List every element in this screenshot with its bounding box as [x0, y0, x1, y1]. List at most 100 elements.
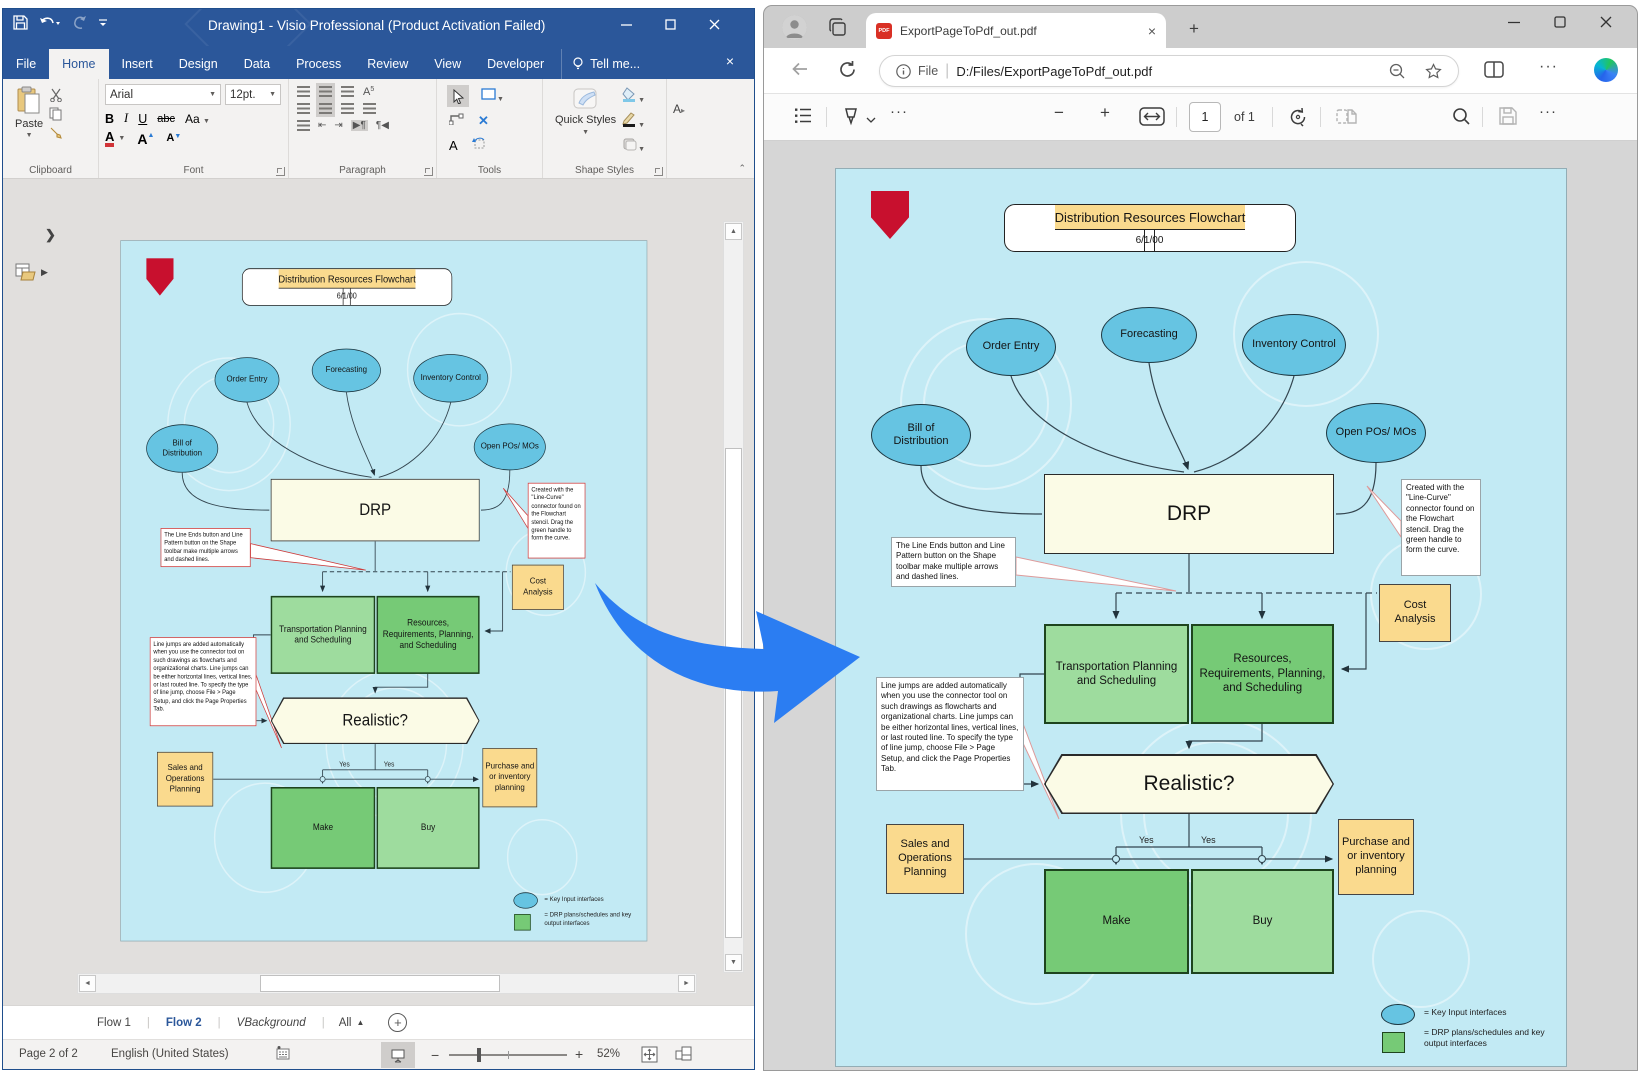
align-left-icon[interactable] [297, 103, 310, 114]
page-tab-vbackground[interactable]: VBackground [221, 1017, 322, 1029]
page-indicator[interactable]: Page 2 of 2 [19, 1048, 78, 1060]
align-bottom-icon[interactable] [341, 86, 354, 97]
browser-tab[interactable]: PDF ExportPageToPdf_out.pdf × [866, 13, 1166, 48]
draw-pen-icon[interactable] [842, 107, 860, 131]
language-indicator[interactable]: English (United States) [111, 1048, 229, 1060]
flowchart-title-banner[interactable]: Distribution Resources Flowchart6/1/00 [242, 268, 452, 305]
callout-line-jumps[interactable]: Line jumps are added automatically when … [150, 637, 257, 726]
callout-line-ends[interactable]: The Line Ends button and Line Pattern bu… [161, 528, 251, 567]
rotate-icon[interactable] [1288, 107, 1308, 132]
tab-close-icon[interactable]: × [1148, 23, 1156, 39]
flowchart-title[interactable]: Distribution Resources Flowchart [278, 269, 415, 289]
shape-purchase[interactable]: Purchase and or inventory planning [482, 748, 537, 807]
shape-open-pos-mos[interactable]: Open POs/ MOs [474, 424, 546, 471]
align-top-icon[interactable] [297, 86, 310, 97]
paste-button[interactable]: Paste ▼ [9, 84, 49, 141]
shape-order-entry[interactable]: Order Entry [215, 357, 280, 402]
pdf-more-tools-icon[interactable]: ··· [890, 103, 908, 120]
pdf-search-icon[interactable] [1452, 107, 1471, 131]
fit-to-width-icon[interactable] [1139, 107, 1165, 131]
text-tool-icon[interactable]: A [449, 138, 458, 153]
zoom-page-icon[interactable] [1389, 56, 1406, 86]
justify-icon[interactable] [363, 103, 376, 114]
underline-button[interactable]: U [138, 112, 147, 126]
settings-more-icon[interactable]: ··· [1539, 58, 1558, 76]
page-view-icon[interactable] [1336, 107, 1358, 131]
shape-bill-of-distribution[interactable]: Bill of Distribution [146, 424, 218, 472]
undo-button[interactable] [39, 16, 61, 30]
menu-tab-developer[interactable]: Developer [474, 49, 557, 79]
font-dialog-launcher-icon[interactable] [276, 167, 285, 176]
cut-icon[interactable] [49, 88, 63, 102]
grow-font-button[interactable]: A▲ [137, 132, 154, 146]
collapse-ribbon-icon[interactable]: ⌃ [738, 163, 746, 174]
edge-maximize-icon[interactable] [1537, 6, 1583, 38]
draw-pen-chevron-icon[interactable] [866, 111, 876, 129]
scroll-up-icon[interactable]: ▲ [725, 223, 742, 240]
edge-minimize-icon[interactable] [1491, 6, 1537, 38]
menu-tab-data[interactable]: Data [231, 49, 283, 79]
flowchart-date[interactable]: 6/1/00 [343, 289, 351, 305]
menu-tab-review[interactable]: Review [354, 49, 421, 79]
split-screen-icon[interactable] [1484, 61, 1504, 83]
presentation-mode-icon[interactable] [381, 1042, 415, 1068]
font-size-select[interactable]: 12pt.▼ [225, 84, 281, 105]
pdf-zoom-out-icon[interactable]: − [1054, 103, 1064, 123]
shape-transportation[interactable]: Transportation Planning and Scheduling [271, 596, 375, 674]
menu-tab-view[interactable]: View [421, 49, 474, 79]
format-painter-icon[interactable] [49, 126, 63, 140]
profile-avatar[interactable] [782, 15, 807, 40]
page-tab-flow-2[interactable]: Flow 2 [150, 1017, 218, 1029]
align-center-icon[interactable] [319, 103, 332, 114]
italic-button[interactable]: I [124, 111, 128, 126]
shape-make[interactable]: Make [271, 787, 375, 869]
strikethrough-button[interactable]: abc [157, 113, 175, 125]
connector-tool-icon[interactable] [449, 112, 464, 130]
page-tab-all[interactable]: All▲ [325, 1017, 379, 1029]
minimize-icon[interactable] [604, 9, 648, 39]
tab-tell-me[interactable]: Tell me... [561, 49, 650, 79]
scroll-right-icon[interactable]: ► [678, 975, 695, 992]
align-middle-icon[interactable] [319, 86, 332, 97]
bullets-icon[interactable] [297, 120, 310, 131]
address-bar[interactable]: File | D:/Files/ExportPageToPdf_out.pdf [879, 55, 1459, 87]
refresh-icon[interactable] [838, 60, 857, 84]
zoom-level[interactable]: 52% [597, 1048, 620, 1060]
scroll-left-icon[interactable]: ◄ [79, 975, 96, 992]
horizontal-scrollbar[interactable]: ◄ ► [77, 973, 697, 994]
toc-icon[interactable] [794, 107, 813, 129]
edge-close-icon[interactable] [1583, 6, 1629, 38]
shape-realistic-decision[interactable]: Realistic? [271, 697, 480, 744]
zoom-in-button[interactable]: + [575, 1046, 583, 1062]
superscript-icon[interactable]: A5 [363, 86, 374, 98]
site-info-icon[interactable] [896, 64, 911, 79]
connection-point-icon[interactable]: ✕ [478, 113, 489, 129]
redo-button[interactable] [72, 15, 87, 30]
menu-tab-insert[interactable]: Insert [109, 49, 166, 79]
zoom-out-button[interactable]: − [431, 1047, 439, 1063]
bold-button[interactable]: B [105, 112, 114, 126]
copilot-icon[interactable] [1594, 58, 1618, 82]
shape-cost-analysis[interactable]: Cost Analysis [512, 565, 564, 610]
rtl-icon[interactable]: ¶◀ [376, 120, 389, 131]
font-family-select[interactable]: Arial▼ [105, 84, 221, 105]
increase-indent-icon[interactable]: ⇥ [334, 120, 342, 131]
zoom-slider-thumb[interactable] [477, 1048, 481, 1062]
customize-qat-button[interactable] [98, 18, 108, 28]
zoom-slider[interactable] [449, 1054, 567, 1056]
menu-tab-design[interactable]: Design [166, 49, 231, 79]
pdf-zoom-in-icon[interactable]: + [1100, 103, 1110, 123]
switch-windows-icon[interactable] [675, 1046, 693, 1065]
font-color-button[interactable]: A [105, 130, 114, 147]
shapes-panel-expand-icon[interactable]: ❯ [45, 227, 56, 243]
insert-page-icon[interactable]: + [388, 1013, 407, 1032]
page-tab-flow-1[interactable]: Flow 1 [81, 1017, 147, 1029]
shape-buy[interactable]: Buy [377, 787, 480, 869]
close-icon[interactable] [692, 9, 736, 39]
fit-page-icon[interactable] [641, 1046, 658, 1066]
tab-actions-icon[interactable] [828, 18, 848, 42]
stencil-panel-icon[interactable]: ▶ [15, 263, 48, 281]
rectangle-tool-icon[interactable]: ▼ [481, 87, 504, 106]
menu-tab-home[interactable]: Home [49, 49, 108, 79]
url-text[interactable]: D:/Files/ExportPageToPdf_out.pdf [956, 64, 1152, 79]
